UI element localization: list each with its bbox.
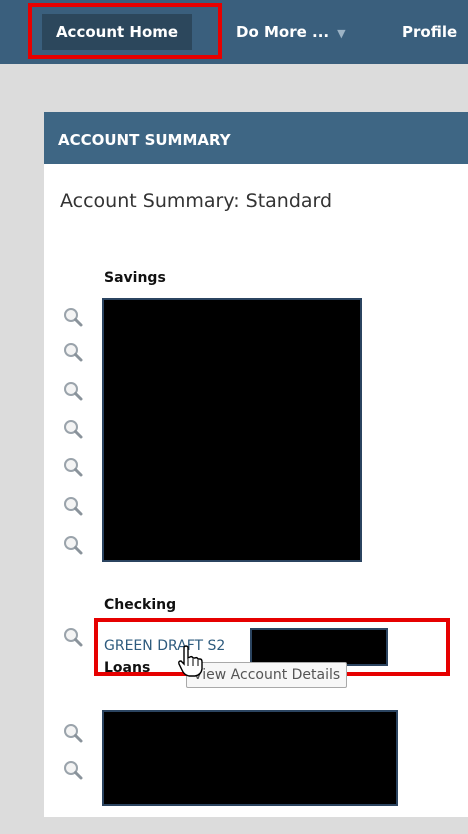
account-summary-panel: ACCOUNT SUMMARY Account Summary: Standar… bbox=[44, 112, 468, 817]
nav-profile[interactable]: Profile bbox=[392, 14, 467, 50]
chevron-down-icon: ▼ bbox=[337, 27, 346, 40]
magnifier-icon[interactable] bbox=[62, 722, 84, 744]
section-label-savings: Savings bbox=[104, 270, 166, 286]
magnifier-icon[interactable] bbox=[62, 534, 84, 556]
nav-do-more[interactable]: Do More ... ▼ bbox=[226, 14, 356, 50]
redacted-loan-accounts bbox=[102, 710, 398, 806]
magnifier-icon[interactable] bbox=[62, 418, 84, 440]
section-label-loans: Loans bbox=[104, 660, 151, 676]
nav-do-more-label: Do More ... bbox=[236, 23, 330, 41]
redacted-savings-accounts bbox=[102, 298, 362, 562]
top-nav: Account Home Do More ... ▼ Profile bbox=[0, 0, 468, 64]
hand-pointer-icon bbox=[178, 645, 203, 677]
page-title: Account Summary: Standard bbox=[60, 190, 333, 212]
magnifier-icon[interactable] bbox=[62, 759, 84, 781]
magnifier-icon[interactable] bbox=[62, 306, 84, 328]
section-label-checking: Checking bbox=[104, 597, 177, 613]
highlight-box-account-home bbox=[28, 3, 222, 59]
magnifier-icon[interactable] bbox=[62, 626, 84, 648]
magnifier-icon[interactable] bbox=[62, 380, 84, 402]
magnifier-icon[interactable] bbox=[62, 495, 84, 517]
tooltip: View Account Details bbox=[186, 662, 348, 688]
magnifier-icon[interactable] bbox=[62, 456, 84, 478]
panel-header: ACCOUNT SUMMARY bbox=[44, 112, 468, 164]
magnifier-icon[interactable] bbox=[62, 341, 84, 363]
